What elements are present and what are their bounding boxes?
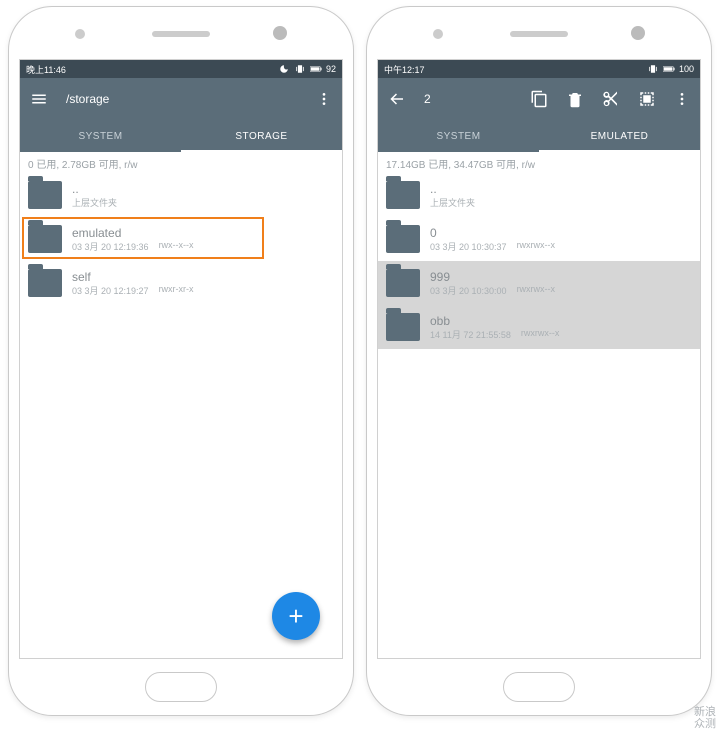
- tab-emulated[interactable]: EMULATED: [539, 120, 700, 152]
- folder-icon: [28, 269, 62, 297]
- fab-add[interactable]: +: [272, 592, 320, 640]
- list-row-0[interactable]: 0 03 3月 20 10:30:37 rwxrwx--x: [378, 217, 700, 261]
- list-row-self[interactable]: self 03 3月 20 12:19:27 rwxr-xr-x: [20, 261, 342, 305]
- copy-icon[interactable]: [530, 90, 548, 108]
- path-text: /storage: [66, 92, 109, 106]
- list-row-parent[interactable]: .. 上层文件夹: [20, 173, 342, 217]
- list-row-parent[interactable]: .. 上层文件夹: [378, 173, 700, 217]
- folder-icon: [386, 181, 420, 209]
- row-perm: rwxr-xr-x: [159, 284, 194, 297]
- list-row-obb[interactable]: obb 14 11月 72 21:55:58 rwxrwx--x: [378, 305, 700, 349]
- status-time: 晚上11:46: [26, 63, 66, 76]
- row-sub: 上层文件夹: [430, 196, 475, 209]
- row-sub: 03 3月 20 12:19:36: [72, 240, 149, 253]
- row-sub: 03 3月 20 10:30:00: [430, 284, 507, 297]
- app-bar-selection: 2: [378, 78, 700, 120]
- row-sub: 03 3月 20 10:30:37: [430, 240, 507, 253]
- vibrate-icon: [294, 64, 306, 74]
- row-name: ..: [72, 182, 334, 196]
- row-name: ..: [430, 182, 692, 196]
- phone-left: 晚上11:46 92 /storage SYSTEM STORAGE: [8, 6, 354, 716]
- folder-icon: [386, 313, 420, 341]
- row-perm: rwx--x--x: [159, 240, 194, 253]
- status-bar: 晚上11:46 92: [20, 60, 342, 78]
- folder-icon: [28, 225, 62, 253]
- watermark: 新浪 众测: [694, 706, 716, 730]
- folder-icon: [28, 181, 62, 209]
- delete-icon[interactable]: [566, 90, 584, 108]
- more-icon[interactable]: [674, 91, 690, 107]
- status-battery: 92: [326, 64, 336, 74]
- screen-left: 晚上11:46 92 /storage SYSTEM STORAGE: [19, 59, 343, 659]
- device-top: [9, 7, 353, 59]
- status-battery: 100: [679, 64, 694, 74]
- row-name: emulated: [72, 226, 334, 240]
- dnd-icon: [278, 64, 290, 74]
- row-name: 0: [430, 226, 692, 240]
- file-list: .. 上层文件夹 emulated 03 3月 20 12:19:36 rwx-…: [20, 173, 342, 658]
- row-name: self: [72, 270, 334, 284]
- list-row-emulated[interactable]: emulated 03 3月 20 12:19:36 rwx--x--x: [20, 217, 342, 261]
- tab-system[interactable]: SYSTEM: [378, 120, 539, 152]
- folder-icon: [386, 269, 420, 297]
- more-icon[interactable]: [316, 91, 332, 107]
- device-bottom: [9, 659, 353, 715]
- storage-info: 17.14GB 已用, 34.47GB 可用, r/w: [378, 152, 700, 173]
- cut-icon[interactable]: [602, 90, 620, 108]
- file-list: .. 上层文件夹 0 03 3月 20 10:30:37 rwxrwx--x: [378, 173, 700, 658]
- row-sub: 14 11月 72 21:55:58: [430, 328, 511, 341]
- folder-icon: [386, 225, 420, 253]
- app-bar: /storage: [20, 78, 342, 120]
- tab-storage[interactable]: STORAGE: [181, 120, 342, 152]
- row-perm: rwxrwx--x: [517, 240, 556, 253]
- screen-right: 中午12:17 100 2: [377, 59, 701, 659]
- row-name: obb: [430, 314, 692, 328]
- tab-system[interactable]: SYSTEM: [20, 120, 181, 152]
- home-button[interactable]: [503, 672, 575, 702]
- row-sub: 03 3月 20 12:19:27: [72, 284, 149, 297]
- row-perm: rwxrwx--x: [521, 328, 560, 341]
- status-bar: 中午12:17 100: [378, 60, 700, 78]
- storage-info: 0 已用, 2.78GB 可用, r/w: [20, 152, 342, 173]
- row-name: 999: [430, 270, 692, 284]
- device-top: [367, 7, 711, 59]
- tabs: SYSTEM EMULATED: [378, 120, 700, 152]
- vibrate-icon: [647, 64, 659, 74]
- tabs: SYSTEM STORAGE: [20, 120, 342, 152]
- select-all-icon[interactable]: [638, 90, 656, 108]
- phone-right: 中午12:17 100 2: [366, 6, 712, 716]
- menu-icon[interactable]: [30, 90, 48, 108]
- row-sub: 上层文件夹: [72, 196, 117, 209]
- home-button[interactable]: [145, 672, 217, 702]
- row-perm: rwxrwx--x: [517, 284, 556, 297]
- list-row-999[interactable]: 999 03 3月 20 10:30:00 rwxrwx--x: [378, 261, 700, 305]
- back-icon[interactable]: [388, 90, 406, 108]
- selection-count: 2: [424, 92, 431, 106]
- device-bottom: [367, 659, 711, 715]
- battery-icon: [663, 64, 675, 74]
- battery-icon: [310, 64, 322, 74]
- status-time: 中午12:17: [384, 63, 425, 76]
